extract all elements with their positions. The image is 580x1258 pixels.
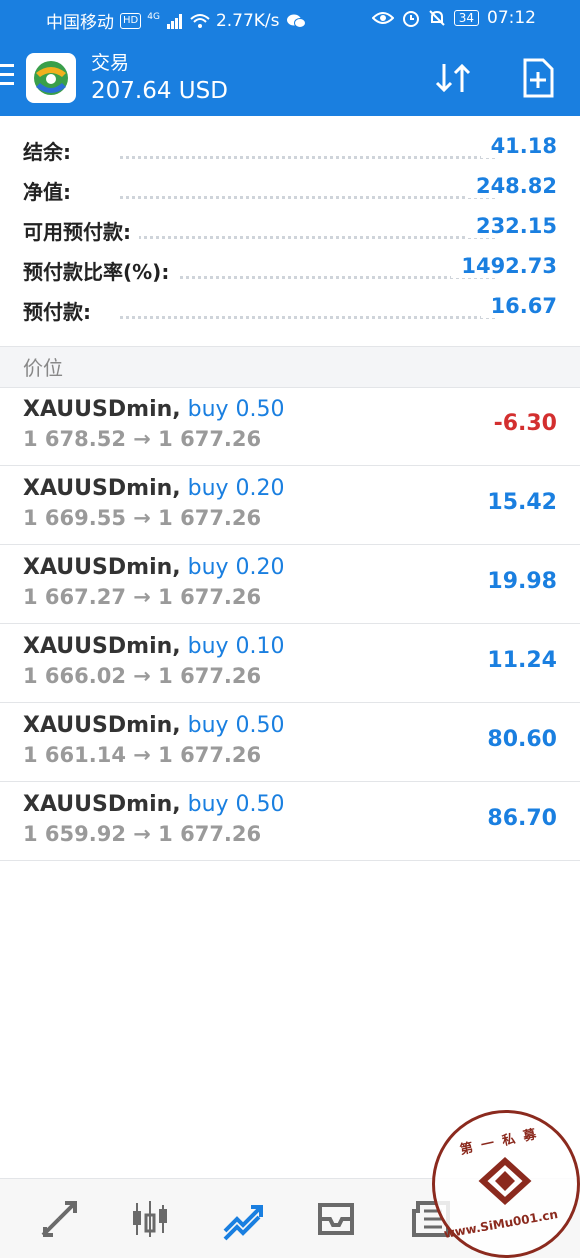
wifi-icon (190, 13, 210, 28)
position-prices: 1 659.92 → 1 677.26 (23, 822, 262, 846)
position-type: buy 0.10 (187, 634, 285, 659)
position-symbol: XAUUSDmin, (23, 555, 181, 580)
network-speed: 2.77K/s (215, 10, 280, 31)
sort-icon[interactable] (432, 56, 476, 100)
eye-icon (371, 12, 394, 24)
position-row[interactable]: XAUUSDmin, buy 0.10 1 666.02 → 1 677.26 … (0, 624, 580, 703)
menu-icon[interactable] (0, 64, 14, 86)
summary-row-free-margin: 可用预付款: 232.15 (0, 210, 580, 250)
section-title: 价位 (23, 356, 63, 380)
watermark-logo-icon (478, 1156, 532, 1206)
status-left: 中国移动 HD 4G 2.77K/s (46, 8, 306, 33)
summary-value: 16.67 (480, 294, 557, 318)
watermark-stamp: 第 一 私 募 www.SiMu001.cn (432, 1110, 580, 1258)
position-row[interactable]: XAUUSDmin, buy 0.20 1 667.27 → 1 677.26 … (0, 545, 580, 624)
mute-icon (429, 10, 445, 26)
summary-row-margin-level: 预付款比率(%): 1492.73 (0, 250, 580, 290)
position-row[interactable]: XAUUSDmin, buy 0.50 1 659.92 → 1 677.26 … (0, 782, 580, 861)
position-prices: 1 666.02 → 1 677.26 (23, 664, 262, 688)
summary-row-balance: 结余: 41.18 (0, 130, 580, 170)
position-row[interactable]: XAUUSDmin, buy 0.50 1 678.52 → 1 677.26 … (0, 387, 580, 466)
alarm-icon (402, 11, 419, 27)
position-type: buy 0.20 (187, 555, 285, 580)
summary-value: 232.15 (465, 214, 557, 238)
summary-row-margin: 预付款: 16.67 (0, 290, 580, 330)
positions-list: XAUUSDmin, buy 0.50 1 678.52 → 1 677.26 … (0, 387, 580, 861)
position-symbol: XAUUSDmin, (23, 792, 181, 817)
status-right: 34 07:12 (371, 8, 536, 28)
position-profit: -6.30 (493, 411, 557, 436)
position-type: buy 0.20 (187, 476, 285, 501)
summary-label: 结余: (23, 136, 79, 165)
candlestick-icon[interactable] (128, 1197, 172, 1241)
carrier-name: 中国移动 (46, 13, 114, 33)
position-profit: 19.98 (487, 569, 557, 594)
app-bar: 交易 207.64 USD (0, 38, 580, 116)
summary-label: 可用预付款: (23, 216, 139, 245)
position-profit: 86.70 (487, 806, 557, 831)
position-profit: 15.42 (487, 490, 557, 515)
trend-icon[interactable] (221, 1197, 265, 1241)
inbox-icon[interactable] (314, 1197, 358, 1241)
position-symbol: XAUUSDmin, (23, 476, 181, 501)
summary-label: 净值: (23, 176, 79, 205)
balance-display: 207.64 USD (91, 78, 228, 104)
position-row[interactable]: XAUUSDmin, buy 0.20 1 669.55 → 1 677.26 … (0, 466, 580, 545)
battery-icon: 34 (453, 10, 479, 26)
page-title: 交易 (91, 52, 130, 74)
watermark-bottom-text: www.SiMu001.cn (442, 1207, 559, 1241)
summary-value: 248.82 (465, 174, 557, 198)
position-type: buy 0.50 (187, 713, 285, 738)
position-symbol: XAUUSDmin, (23, 713, 181, 738)
position-symbol: XAUUSDmin, (23, 397, 181, 422)
new-order-icon[interactable] (516, 56, 560, 100)
summary-label: 预付款: (23, 296, 99, 325)
positions-section-header: 价位 (0, 346, 580, 388)
position-prices: 1 678.52 → 1 677.26 (23, 427, 262, 451)
position-type: buy 0.50 (187, 397, 285, 422)
metatrader-logo (26, 53, 76, 103)
clock: 07:12 (487, 8, 536, 28)
position-profit: 11.24 (487, 648, 557, 673)
position-row[interactable]: XAUUSDmin, buy 0.50 1 661.14 → 1 677.26 … (0, 703, 580, 782)
position-profit: 80.60 (487, 727, 557, 752)
network-type: 4G (147, 11, 160, 22)
wechat-icon (286, 14, 306, 28)
position-prices: 1 667.27 → 1 677.26 (23, 585, 262, 609)
account-summary: 结余: 41.18 净值: 248.82 可用预付款: 232.15 预付款比率… (0, 116, 580, 346)
arrows-diagonal-icon[interactable] (37, 1197, 81, 1241)
position-symbol: XAUUSDmin, (23, 634, 181, 659)
position-prices: 1 661.14 → 1 677.26 (23, 743, 262, 767)
status-bar: 中国移动 HD 4G 2.77K/s 34 07:12 (0, 0, 580, 38)
position-prices: 1 669.55 → 1 677.26 (23, 506, 262, 530)
hd-badge: HD (120, 12, 142, 29)
summary-value: 41.18 (480, 134, 557, 158)
position-type: buy 0.50 (187, 792, 285, 817)
summary-row-equity: 净值: 248.82 (0, 170, 580, 210)
summary-value: 1492.73 (451, 254, 557, 278)
signal-icon (166, 13, 182, 29)
summary-label: 预付款比率(%): (23, 256, 178, 285)
